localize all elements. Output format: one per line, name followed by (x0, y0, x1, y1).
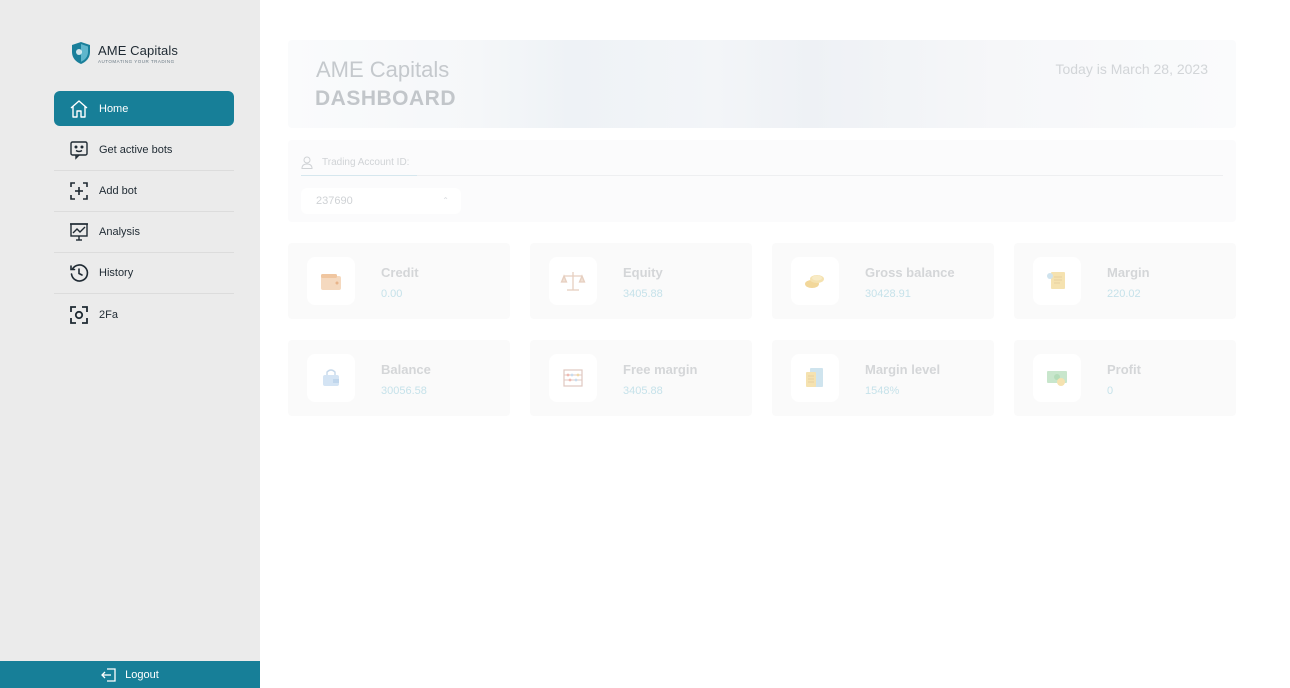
card-value: 3405.88 (623, 385, 663, 397)
sidebar-item-label: Home (99, 102, 129, 115)
card-value: 0 (1107, 385, 1114, 397)
card-label: Margin level (865, 362, 941, 377)
card-value: 30056.58 (381, 385, 427, 397)
card-label: Margin (1107, 265, 1150, 280)
account-id-value: 237690 (316, 195, 353, 207)
logout-button[interactable]: Logout (0, 661, 260, 688)
sidebar-nav: Home Get active bots Add bot Analysis Hi… (54, 91, 234, 335)
stat-card-gross-balance: Gross balance 30428.91 (772, 243, 994, 319)
coins-icon (805, 275, 824, 288)
stat-card-equity: Equity 3405.88 (530, 243, 752, 319)
logout-icon (101, 667, 116, 682)
chart-board-icon (70, 223, 88, 241)
card-icon-box (1033, 354, 1081, 402)
sidebar-item-label: 2Fa (99, 308, 118, 321)
card-icon-box (791, 257, 839, 305)
card-icon-box (1033, 257, 1081, 305)
sidebar-item-analysis[interactable]: Analysis (54, 212, 234, 253)
sidebar-item-label: Analysis (99, 226, 140, 238)
page-title: AME Capitals (316, 57, 450, 82)
shield-logo-icon (72, 42, 90, 64)
chevron-up-icon: ⌃ (442, 196, 449, 205)
main-content: AME Capitals DASHBOARD Today is March 28… (260, 0, 1290, 688)
sidebar-item-home[interactable]: Home (54, 91, 234, 126)
scroll-icon (1047, 272, 1065, 289)
stat-card-margin-level: Margin level 1548% (772, 340, 994, 416)
card-icon-box (549, 257, 597, 305)
home-icon (70, 99, 88, 118)
sidebar-item-label: Get active bots (99, 144, 173, 156)
scan-icon (70, 305, 88, 324)
sidebar: AME Capitals AUTOMATING YOUR TRADING Hom… (0, 0, 260, 688)
wallet-icon (321, 274, 341, 290)
dashboard-header: AME Capitals DASHBOARD Today is March 28… (288, 40, 1236, 128)
stat-card-free-margin: Free margin 3405.88 (530, 340, 752, 416)
abacus-icon (563, 369, 583, 387)
card-value: 30428.91 (865, 288, 911, 300)
account-panel: Trading Account ID: 237690 ⌃ (288, 140, 1236, 222)
card-label: Profit (1107, 362, 1141, 377)
user-icon (301, 156, 313, 169)
card-value: 3405.88 (623, 288, 663, 300)
account-id-select[interactable]: 237690 ⌃ (301, 188, 461, 214)
sidebar-item-label: Add bot (99, 185, 137, 197)
sidebar-item-2fa[interactable]: 2Fa (54, 294, 234, 335)
calculator-icon (806, 368, 823, 387)
card-icon-box (307, 257, 355, 305)
card-label: Gross balance (865, 265, 955, 280)
bag-icon (323, 369, 339, 386)
card-value: 1548% (865, 385, 900, 397)
account-id-tab[interactable]: Trading Account ID: (301, 150, 417, 176)
history-icon (70, 264, 89, 282)
account-id-label: Trading Account ID: (322, 157, 410, 168)
sidebar-item-add-bot[interactable]: Add bot (54, 171, 234, 212)
scale-icon (560, 272, 586, 291)
brand-tagline: AUTOMATING YOUR TRADING (98, 58, 175, 64)
sidebar-item-history[interactable]: History (54, 253, 234, 294)
brand-logo[interactable]: AME Capitals AUTOMATING YOUR TRADING (70, 41, 178, 65)
card-icon-box (791, 354, 839, 402)
stat-card-profit: Profit 0 (1014, 340, 1236, 416)
stat-card-balance: Balance 30056.58 (288, 340, 510, 416)
card-value: 220.02 (1107, 288, 1141, 300)
page-subtitle: DASHBOARD (315, 87, 456, 110)
card-label: Free margin (623, 362, 698, 377)
date-display: Today is March 28, 2023 (1055, 61, 1208, 77)
sidebar-item-label: History (99, 267, 134, 279)
bot-face-icon (70, 141, 88, 160)
card-label: Balance (381, 362, 431, 377)
card-label: Credit (381, 265, 419, 280)
money-icon (1047, 371, 1067, 386)
logout-label: Logout (125, 668, 159, 681)
brand-name: AME Capitals (98, 42, 178, 58)
sidebar-item-get-active-bots[interactable]: Get active bots (54, 130, 234, 171)
divider (417, 175, 1223, 176)
card-label: Equity (623, 265, 663, 280)
add-bot-icon (70, 182, 88, 200)
card-icon-box (307, 354, 355, 402)
stat-card-credit: Credit 0.00 (288, 243, 510, 319)
stat-card-margin: Margin 220.02 (1014, 243, 1236, 319)
card-icon-box (549, 354, 597, 402)
card-value: 0.00 (381, 288, 403, 300)
